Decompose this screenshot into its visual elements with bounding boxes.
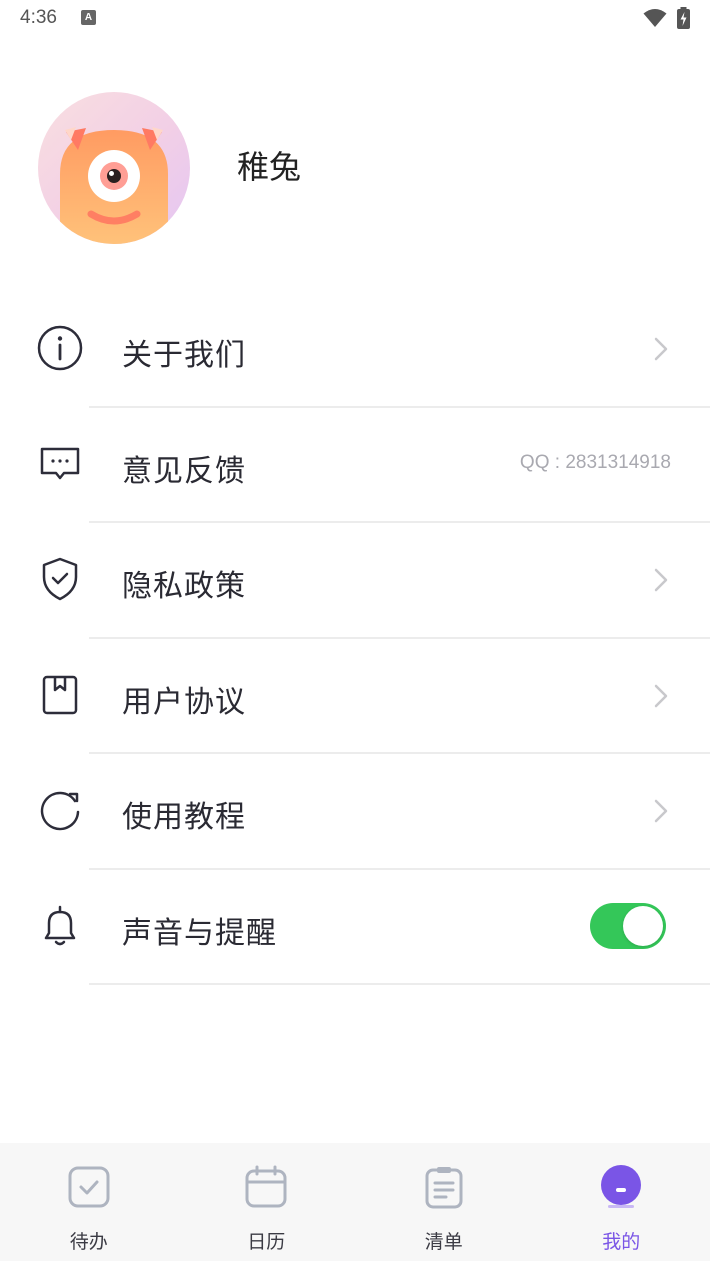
nav-item-calendar[interactable]: 日历 [178,1143,356,1261]
bookmark-icon [42,675,78,714]
menu-item-privacy[interactable]: 隐私政策 [0,523,710,639]
monster-avatar-icon [38,92,190,244]
calendar-icon [245,1165,287,1208]
info-icon [37,325,83,371]
status-time: 4:36 [20,7,57,28]
divider [89,983,710,985]
nav-item-todo[interactable]: 待办 [0,1143,178,1261]
username: 稚兔 [237,148,302,186]
nav-label: 清单 [424,1231,463,1253]
refresh-icon [40,791,80,831]
menu-label: 关于我们 [122,338,246,373]
sound-reminder-toggle[interactable] [590,902,666,949]
menu-label: 用户协议 [122,684,246,720]
menu-label: 使用教程 [122,800,246,835]
menu-label: 声音与提醒 [122,915,277,951]
chevron-right-icon [654,799,668,823]
menu-item-feedback[interactable]: 意见反馈 QQ : 2831314918 [0,408,710,523]
chevron-right-icon [654,337,668,361]
wifi-icon [643,9,667,27]
menu-item-about[interactable]: 关于我们 [0,292,710,408]
bottom-nav: 待办 日历 清单 我的 [0,1143,710,1261]
nav-label: 我的 [602,1231,641,1253]
toggle-knob [623,905,663,946]
chevron-right-icon [654,684,668,707]
notification-icon: A [81,10,96,25]
settings-menu: 关于我们 意见反馈 QQ : 2831314918 隐私政策 用户协议 使用教程… [0,292,710,985]
bell-icon [44,905,76,945]
avatar[interactable] [38,92,190,244]
status-bar: 4:36 A [0,0,710,36]
nav-item-list[interactable]: 清单 [355,1143,533,1261]
message-icon [40,447,80,479]
nav-item-mine[interactable]: 我的 [533,1143,710,1261]
checkbox-icon [68,1166,110,1208]
profile-face-icon [601,1165,642,1208]
nav-label: 日历 [247,1231,286,1253]
nav-label: 待办 [69,1231,108,1253]
battery-icon [677,7,690,29]
menu-label: 隐私政策 [122,569,246,604]
menu-item-user-agreement[interactable]: 用户协议 [0,639,710,754]
menu-label: 意见反馈 [122,453,246,489]
clipboard-icon [425,1167,463,1209]
menu-item-sound-reminder: 声音与提醒 [0,870,710,985]
chevron-right-icon [654,568,668,592]
menu-item-tutorial[interactable]: 使用教程 [0,754,710,870]
qq-contact-text: QQ : 2831314918 [519,451,671,473]
shield-check-icon [42,557,78,601]
